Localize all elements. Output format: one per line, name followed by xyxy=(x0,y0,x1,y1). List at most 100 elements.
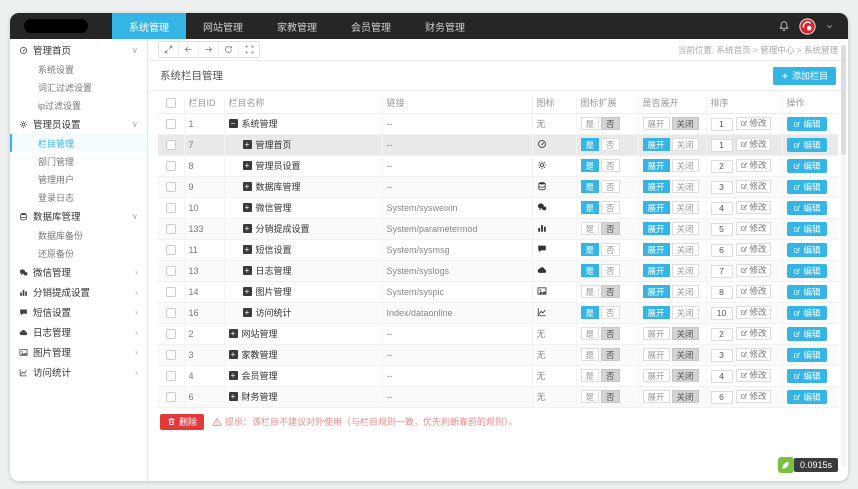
collapse-sidebar-button[interactable] xyxy=(159,42,179,57)
tree-plus-icon[interactable]: + xyxy=(228,392,238,401)
modify-button[interactable]: 修改 xyxy=(735,347,771,361)
nav-item-1[interactable]: 网站管理 xyxy=(186,13,260,39)
avatar[interactable] xyxy=(799,17,816,35)
sidebar-item-0-1[interactable]: 词汇过滤设置 xyxy=(10,78,147,96)
no-button[interactable]: 否 xyxy=(601,222,620,235)
yes-button[interactable]: 是 xyxy=(580,243,600,256)
row-checkbox[interactable] xyxy=(165,181,176,192)
no-button[interactable]: 否 xyxy=(601,138,620,151)
row-checkbox[interactable] xyxy=(165,370,176,381)
edit-button[interactable]: 编辑 xyxy=(786,263,827,278)
yes-button[interactable]: 是 xyxy=(580,201,600,214)
open-button[interactable]: 展开 xyxy=(642,243,670,256)
close-button[interactable]: 关闭 xyxy=(671,369,699,382)
modify-button[interactable]: 修改 xyxy=(735,158,771,172)
modify-button[interactable]: 修改 xyxy=(735,242,771,256)
row-checkbox[interactable] xyxy=(165,286,176,297)
yes-button[interactable]: 是 xyxy=(580,138,600,151)
edit-button[interactable]: 编辑 xyxy=(786,137,827,152)
scrollbar-thumb[interactable] xyxy=(841,45,846,155)
tree-plus-icon[interactable]: + xyxy=(242,140,252,149)
close-button[interactable]: 关闭 xyxy=(671,285,699,298)
sidebar-item-2-0[interactable]: 数据库备份 xyxy=(10,226,147,244)
yes-button[interactable]: 是 xyxy=(580,117,600,130)
open-button[interactable]: 展开 xyxy=(642,180,670,193)
modify-button[interactable]: 修改 xyxy=(735,179,771,193)
row-checkbox[interactable] xyxy=(165,118,176,129)
no-button[interactable]: 否 xyxy=(601,159,620,172)
delete-button[interactable]: 删除 xyxy=(160,413,205,430)
edit-button[interactable]: 编辑 xyxy=(786,347,827,362)
tree-plus-icon[interactable]: + xyxy=(242,266,252,275)
nav-item-0[interactable]: 系统管理 xyxy=(112,13,186,39)
open-button[interactable]: 展开 xyxy=(642,117,670,130)
tree-plus-icon[interactable]: + xyxy=(228,371,238,380)
modify-button[interactable]: 修改 xyxy=(735,116,771,130)
close-button[interactable]: 关闭 xyxy=(671,348,699,361)
modify-button[interactable]: 修改 xyxy=(735,368,771,382)
tree-plus-icon[interactable]: + xyxy=(242,161,252,170)
modify-button[interactable]: 修改 xyxy=(735,305,771,319)
back-button[interactable] xyxy=(179,42,199,57)
yes-button[interactable]: 是 xyxy=(580,222,600,235)
sidebar-group-8[interactable]: 访问统计 › xyxy=(10,362,147,382)
close-button[interactable]: 关闭 xyxy=(671,390,699,403)
edit-button[interactable]: 编辑 xyxy=(786,305,827,320)
sort-input[interactable]: 5 xyxy=(710,222,733,236)
sidebar-group-4[interactable]: 分销提成设置 › xyxy=(10,282,147,302)
sort-input[interactable]: 7 xyxy=(710,264,733,278)
sidebar-group-1[interactable]: 管理员设置 ∨ xyxy=(10,114,147,134)
sort-input[interactable]: 2 xyxy=(710,159,733,173)
open-button[interactable]: 展开 xyxy=(642,348,670,361)
yes-button[interactable]: 是 xyxy=(580,327,600,340)
sort-input[interactable]: 4 xyxy=(710,201,733,215)
open-button[interactable]: 展开 xyxy=(642,306,670,319)
no-button[interactable]: 否 xyxy=(601,117,620,130)
sidebar-item-2-1[interactable]: 还原备份 xyxy=(10,244,147,262)
open-button[interactable]: 展开 xyxy=(642,222,670,235)
modify-button[interactable]: 修改 xyxy=(735,263,771,277)
sort-input[interactable]: 3 xyxy=(710,348,733,362)
sort-input[interactable]: 4 xyxy=(710,369,733,383)
yes-button[interactable]: 是 xyxy=(580,306,600,319)
sort-input[interactable]: 10 xyxy=(710,306,733,320)
row-checkbox[interactable] xyxy=(165,328,176,339)
yes-button[interactable]: 是 xyxy=(580,264,600,277)
no-button[interactable]: 否 xyxy=(601,243,620,256)
notifications-bell-icon[interactable] xyxy=(778,20,790,32)
row-checkbox[interactable] xyxy=(165,244,176,255)
yes-button[interactable]: 是 xyxy=(580,390,600,403)
no-button[interactable]: 否 xyxy=(601,180,620,193)
tree-plus-icon[interactable]: + xyxy=(228,350,238,359)
tree-plus-icon[interactable]: + xyxy=(242,287,252,296)
open-button[interactable]: 展开 xyxy=(642,285,670,298)
sidebar-group-5[interactable]: 短信设置 › xyxy=(10,302,147,322)
close-button[interactable]: 关闭 xyxy=(671,117,699,130)
close-button[interactable]: 关闭 xyxy=(671,327,699,340)
sort-input[interactable]: 2 xyxy=(710,327,733,341)
sort-input[interactable]: 1 xyxy=(710,138,733,152)
forward-button[interactable] xyxy=(199,42,219,57)
row-checkbox[interactable] xyxy=(165,265,176,276)
yes-button[interactable]: 是 xyxy=(580,285,600,298)
yes-button[interactable]: 是 xyxy=(580,369,600,382)
edit-button[interactable]: 编辑 xyxy=(786,389,827,404)
row-checkbox[interactable] xyxy=(165,139,176,150)
row-checkbox[interactable] xyxy=(165,307,176,318)
close-button[interactable]: 关闭 xyxy=(671,264,699,277)
open-button[interactable]: 展开 xyxy=(642,264,670,277)
sort-input[interactable]: 6 xyxy=(710,243,733,257)
sort-input[interactable]: 1 xyxy=(710,117,733,131)
open-button[interactable]: 展开 xyxy=(642,390,670,403)
sidebar-group-0[interactable]: 管理首页 ∨ xyxy=(10,40,147,60)
modify-button[interactable]: 修改 xyxy=(735,389,771,403)
edit-button[interactable]: 编辑 xyxy=(786,158,827,173)
sort-input[interactable]: 6 xyxy=(710,390,733,404)
close-button[interactable]: 关闭 xyxy=(671,222,699,235)
sidebar-item-1-3[interactable]: 登录日志 xyxy=(10,188,147,206)
close-button[interactable]: 关闭 xyxy=(671,306,699,319)
modify-button[interactable]: 修改 xyxy=(735,221,771,235)
row-checkbox[interactable] xyxy=(165,391,176,402)
tree-plus-icon[interactable]: + xyxy=(228,329,238,338)
no-button[interactable]: 否 xyxy=(601,390,620,403)
